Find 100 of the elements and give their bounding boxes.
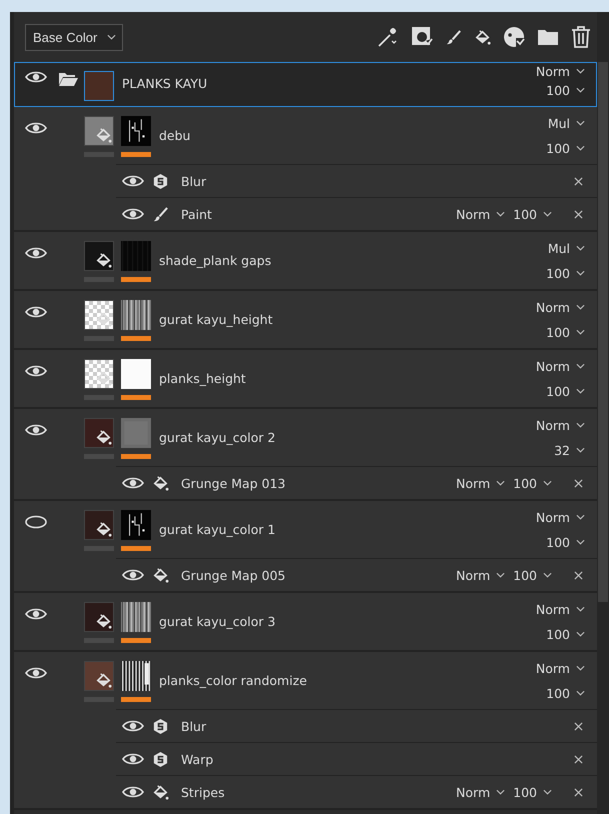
mask-bar [121,697,151,702]
eye-icon[interactable] [122,719,144,733]
blend-mode-dropdown[interactable]: Norm [456,206,506,222]
channel-dropdown[interactable]: Base Color [25,24,124,50]
opacity-dropdown[interactable]: 100 [546,384,585,398]
chevron-icon [576,447,585,453]
eye-icon[interactable] [122,476,144,490]
close-icon[interactable] [574,176,583,186]
opacity-dropdown[interactable]: 100 [546,266,585,280]
blend-mode-dropdown[interactable]: Norm [456,476,506,490]
chevron-icon [576,631,585,637]
close-icon[interactable] [574,478,583,488]
bucket-icon [152,474,169,492]
folder-icon[interactable] [537,28,559,46]
chevron-icon [576,514,585,520]
blend-mode-dropdown[interactable]: Norm [536,418,585,432]
magic-wand-icon[interactable] [377,26,399,48]
effect-row[interactable]: Blur [116,709,597,742]
opacity-dropdown[interactable]: 100 [546,140,585,156]
chevron-icon [576,606,585,612]
mask-bar [121,546,151,551]
layer-row[interactable]: debu Mul 100 Blur Paint Norm 100 [14,107,597,232]
opacity-dropdown[interactable]: 100 [546,534,585,550]
eye-icon[interactable] [122,207,144,221]
opacity-dropdown[interactable]: 100 [513,784,552,800]
chevron-icon [576,388,585,394]
palette-icon[interactable] [503,26,525,48]
layer-row[interactable]: planks_height Norm 100 [14,350,597,409]
layer-row[interactable]: PLANKS KAYU Norm 100 [14,62,597,107]
opacity-dropdown[interactable]: 100 [513,476,552,490]
fill-icon [95,521,112,538]
opacity-dropdown[interactable]: 100 [546,324,585,340]
blend-mode-dropdown[interactable]: Norm [456,784,506,800]
eye-icon[interactable] [122,568,144,582]
effect-row[interactable]: Stripes Norm 100 [116,775,597,808]
layer-row[interactable]: gurat kayu_color 1 Norm 100 Grunge Map 005 Norm 100 [14,501,597,593]
close-icon[interactable] [574,210,583,218]
chevron-icon [576,665,585,671]
chevron-icon [576,422,585,428]
blend-mode-dropdown[interactable]: Norm [536,510,585,524]
close-icon[interactable] [574,754,583,764]
eye-icon[interactable] [122,752,144,766]
eye-icon[interactable] [25,70,47,84]
opacity-dropdown[interactable]: 100 [546,82,585,98]
close-icon[interactable] [574,570,583,580]
chevron-icon [496,572,506,578]
eye-icon[interactable] [122,785,144,799]
opacity-dropdown[interactable]: 100 [546,686,585,700]
chevron-icon [496,211,506,217]
hexagon-icon [152,750,169,768]
scrollbar-thumb[interactable] [598,62,608,602]
folder-icon [58,71,78,87]
blend-mode-dropdown[interactable]: Norm [536,602,585,616]
opacity-dropdown[interactable]: 32 [554,442,585,458]
chevron-icon [543,789,552,795]
blend-mode-dropdown[interactable]: Mul [548,240,585,256]
brush-icon [152,206,169,222]
mask-icon[interactable] [411,26,433,48]
eye-icon[interactable] [25,121,47,135]
chevron-icon [576,270,585,276]
fill-icon [95,370,112,387]
effect-row[interactable]: Warp [116,742,597,775]
opacity-dropdown[interactable]: 100 [546,626,585,642]
bucket-icon [152,566,169,584]
blend-mode-dropdown[interactable]: Norm [456,568,506,582]
layer-row[interactable]: planks_color randomize Norm 100 Blur Warp Stripes Norm 100 [14,652,597,810]
close-icon[interactable] [574,788,583,796]
layer-name: shade_plank gaps [159,253,272,268]
effect-row[interactable]: Grunge Map 005 Norm 100 [116,558,597,591]
hexagon-icon [152,718,169,734]
eye-icon[interactable] [25,305,47,319]
chevron-icon [576,329,585,335]
blend-mode-dropdown[interactable]: Mul [548,116,585,130]
eye-icon[interactable] [25,246,47,260]
trash-icon[interactable] [571,26,591,48]
chevron-icon [543,572,552,578]
eye-icon[interactable] [25,607,47,621]
layer-row[interactable]: shade_plank gaps Mul 100 [14,232,597,291]
effect-row[interactable]: Grunge Map 013 Norm 100 [116,466,597,499]
eye-icon[interactable] [25,666,47,680]
blend-mode-dropdown[interactable]: Norm [536,358,585,374]
close-icon[interactable] [574,722,583,730]
layer-row[interactable]: gurat kayu_color 2 Norm 32 Grunge Map 013 Norm 100 [14,409,597,501]
layer-name: gurat kayu_color 3 [159,614,276,629]
layer-name: gurat kayu_height [159,312,273,327]
opacity-dropdown[interactable]: 100 [513,568,552,582]
eye-icon[interactable] [25,364,47,378]
opacity-dropdown[interactable]: 100 [513,206,552,222]
layer-row[interactable]: gurat kayu_height Norm 100 [14,291,597,350]
effect-name: Grunge Map 013 [181,476,286,490]
effect-row[interactable]: Paint Norm 100 [116,197,597,230]
effect-row[interactable]: Blur [116,164,597,197]
eye-icon[interactable] [122,174,144,188]
layer-row[interactable]: gurat kayu_color 3 Norm 100 [14,593,597,652]
blend-mode-dropdown[interactable]: Norm [536,300,585,314]
blend-mode-dropdown[interactable]: Norm [536,64,585,78]
eye-icon[interactable] [25,423,47,437]
fill-icon [95,429,112,446]
eye-outline-icon[interactable] [25,515,47,529]
blend-mode-dropdown[interactable]: Norm [536,660,585,676]
